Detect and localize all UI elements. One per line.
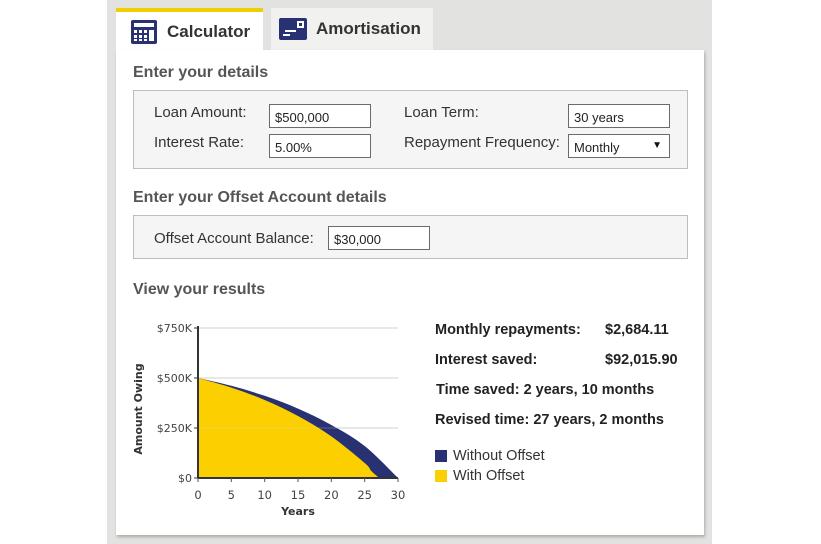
monthly-repayments-value: $2,684.11 <box>605 322 669 338</box>
details-heading: Enter your details <box>133 64 269 81</box>
y-tick-label: $500K <box>157 372 193 385</box>
offset-balance-input[interactable]: $30,000 <box>328 226 430 250</box>
loan-amount-label: Loan Amount: <box>154 104 247 121</box>
tab-calculator[interactable]: Calculator <box>116 8 263 52</box>
legend-swatch-without-offset <box>435 450 447 462</box>
revised-time: Revised time: 27 years, 2 months <box>435 412 664 428</box>
chevron-down-icon: ▼ <box>652 140 662 151</box>
x-tick-label: 5 <box>228 488 235 502</box>
tab-amortisation-label: Amortisation <box>316 19 421 38</box>
loan-term-input[interactable]: 30 years <box>568 104 670 128</box>
x-tick-label: 20 <box>324 488 339 502</box>
calculator-icon <box>131 20 157 44</box>
legend-label-with-offset: With Offset <box>453 468 525 484</box>
interest-rate-input[interactable]: 5.00% <box>269 134 371 158</box>
legend-swatch-with-offset <box>435 470 447 482</box>
loan-term-label: Loan Term: <box>404 104 479 121</box>
y-axis-label: Amount Owing <box>132 363 145 454</box>
repayment-frequency-value: Monthly <box>574 140 620 155</box>
repayment-frequency-label: Repayment Frequency: <box>404 134 560 151</box>
amount-owing-chart: $0 $250K $500K $750K 0 5 10 15 20 25 30 Years Amount… <box>132 322 406 518</box>
tab-calculator-label: Calculator <box>167 22 251 41</box>
x-tick-label: 0 <box>194 488 201 502</box>
calculator-panel: Enter your details Loan Amount: $500,000… <box>116 50 704 535</box>
x-tick-label: 25 <box>357 488 372 502</box>
legend-label-without-offset: Without Offset <box>453 448 545 464</box>
y-tick-label: $0 <box>178 472 192 485</box>
loan-amount-input[interactable]: $500,000 <box>269 104 371 128</box>
x-tick-label: 30 <box>391 488 406 502</box>
x-tick-label: 10 <box>257 488 272 502</box>
x-axis-label: Years <box>280 505 315 518</box>
interest-rate-label: Interest Rate: <box>154 134 245 151</box>
offset-balance-label: Offset Account Balance: <box>154 230 314 247</box>
x-tick-label: 15 <box>291 488 306 502</box>
monthly-repayments-label: Monthly repayments: <box>435 322 581 338</box>
interest-saved-value: $92,015.90 <box>605 352 678 368</box>
tab-amortisation[interactable]: Amortisation <box>271 8 433 50</box>
repayment-frequency-select[interactable]: Monthly ▼ <box>568 134 670 158</box>
offset-heading: Enter your Offset Account details <box>133 189 387 206</box>
time-saved: Time saved: 2 years, 10 months <box>436 382 655 398</box>
details-box: Loan Amount: $500,000 Interest Rate: 5.0… <box>133 90 688 169</box>
interest-saved-label: Interest saved: <box>435 352 538 368</box>
offset-box: Offset Account Balance: $30,000 <box>133 215 688 259</box>
y-tick-label: $250K <box>157 422 193 435</box>
amortisation-icon <box>279 18 307 40</box>
results-heading: View your results <box>133 281 266 298</box>
y-tick-label: $750K <box>157 322 193 335</box>
